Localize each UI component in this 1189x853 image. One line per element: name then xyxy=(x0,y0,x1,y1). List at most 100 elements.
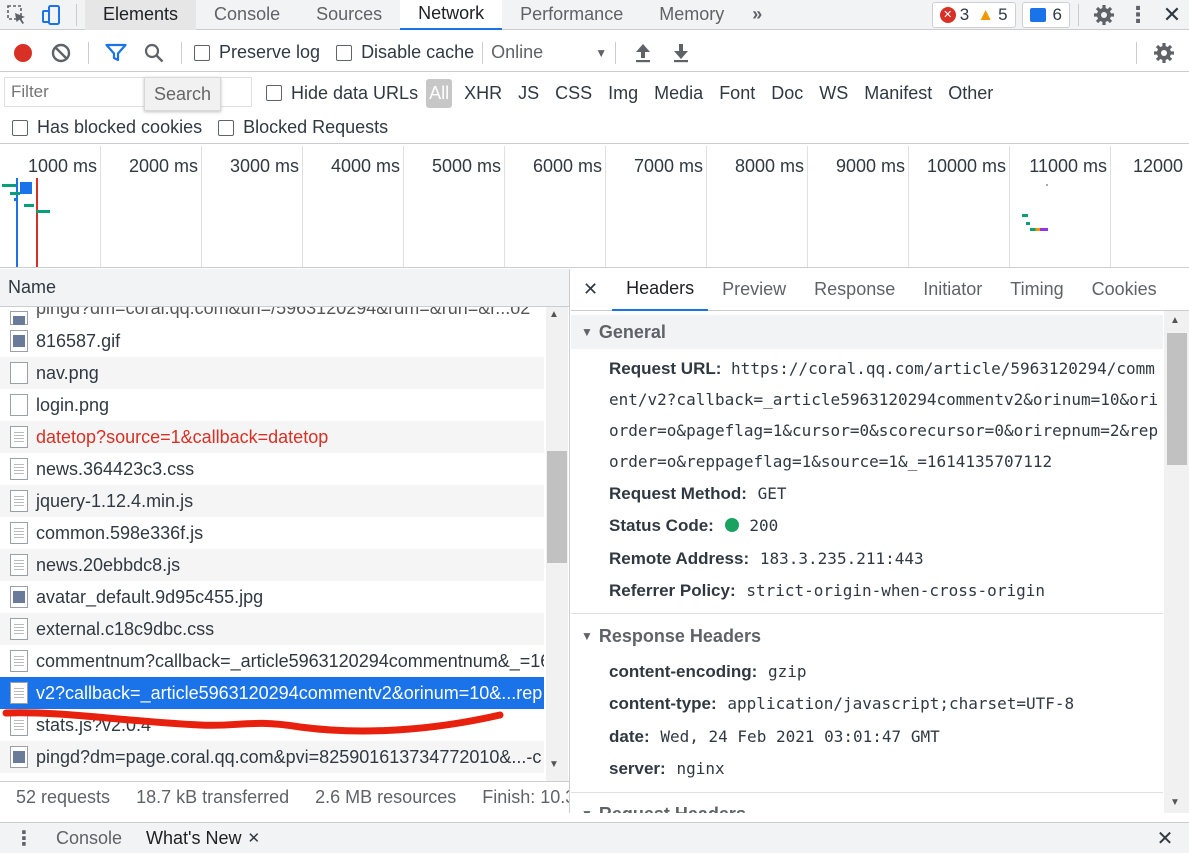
tab-timing[interactable]: Timing xyxy=(996,269,1077,311)
drawer-tab-whats-new[interactable]: What's New ✕ xyxy=(136,828,270,849)
filter-type-xhr[interactable]: XHR xyxy=(456,83,510,104)
blocked-requests-checkbox[interactable]: Blocked Requests xyxy=(218,117,388,138)
timeline-request-bar xyxy=(14,198,18,201)
has-blocked-cookies-label: Has blocked cookies xyxy=(37,117,203,137)
preserve-log-checkbox[interactable]: Preserve log xyxy=(194,42,320,63)
network-summary-bar: 52 requests 18.7 kB transferred 2.6 MB r… xyxy=(0,781,570,813)
close-details-icon[interactable]: ✕ xyxy=(571,269,612,311)
tab-cookies[interactable]: Cookies xyxy=(1078,269,1171,311)
timeline-request-bar xyxy=(24,204,34,207)
import-har-button[interactable] xyxy=(624,36,662,70)
checkbox-box[interactable] xyxy=(12,119,28,136)
scroll-up-arrow-icon[interactable]: ▲ xyxy=(549,309,559,320)
timeline-tick-label: 8000 ms xyxy=(734,156,804,176)
request-row[interactable]: commentnum?callback=_article5963120294co… xyxy=(0,645,544,677)
request-row[interactable]: login.png xyxy=(0,389,544,421)
request-row[interactable]: external.c18c9dbc.css xyxy=(0,613,544,645)
drawer-menu-kebab-icon[interactable]: ⋮ xyxy=(0,826,48,851)
timeline-tick-label: 4000 ms xyxy=(330,156,400,176)
document-icon xyxy=(10,650,28,672)
search-button[interactable] xyxy=(135,36,173,70)
checkbox-box[interactable] xyxy=(336,44,353,61)
load-event-line xyxy=(36,178,38,267)
filter-type-ws[interactable]: WS xyxy=(811,83,856,104)
red-underline-annotation xyxy=(2,709,504,735)
close-devtools-icon[interactable]: ✕ xyxy=(1155,0,1189,30)
more-tabs-button[interactable]: » xyxy=(742,0,772,30)
settings-gear-icon[interactable] xyxy=(1087,0,1121,30)
tab-memory[interactable]: Memory xyxy=(641,0,742,30)
request-row[interactable]: nav.png xyxy=(0,357,544,389)
request-row[interactable]: jquery-1.12.4.min.js xyxy=(0,485,544,517)
request-name: avatar_default.9d95c455.jpg xyxy=(36,586,264,607)
request-row[interactable]: 816587.gif xyxy=(0,325,544,357)
messages-badge[interactable]: 6 xyxy=(1021,1,1070,28)
request-row-selected[interactable]: v2?callback=_article5963120294commentv2&… xyxy=(0,677,544,709)
record-icon xyxy=(14,43,32,62)
filter-type-manifest[interactable]: Manifest xyxy=(856,83,940,104)
tab-elements[interactable]: Elements xyxy=(85,0,197,30)
filter-toggle-button[interactable] xyxy=(97,36,135,70)
close-drawer-icon[interactable]: ✕ xyxy=(1141,826,1189,851)
device-toolbar-icon[interactable] xyxy=(34,0,68,30)
throttling-select[interactable]: Online ▼ xyxy=(491,42,607,63)
tab-network[interactable]: Network xyxy=(400,0,503,30)
network-settings-button[interactable] xyxy=(1145,36,1183,70)
filter-type-img[interactable]: Img xyxy=(600,83,646,104)
tab-initiator[interactable]: Initiator xyxy=(909,269,996,311)
close-tab-icon[interactable]: ✕ xyxy=(248,829,261,847)
request-row[interactable]: pingd?dm=page.coral.qq.com&pvi=825901613… xyxy=(0,741,544,773)
more-options-kebab-icon[interactable]: ⋮ xyxy=(1121,0,1155,30)
header-key: content-encoding: xyxy=(609,662,758,681)
tab-sources[interactable]: Sources xyxy=(298,0,400,30)
request-row[interactable]: news.364423c3.css xyxy=(0,453,544,485)
filter-type-js[interactable]: JS xyxy=(510,83,547,104)
checkbox-box[interactable] xyxy=(218,119,235,136)
request-headers-section-header[interactable]: ▼ Request Headers xyxy=(571,797,1163,814)
scroll-down-arrow-icon[interactable]: ▼ xyxy=(549,759,559,770)
request-row[interactable]: common.598e336f.js xyxy=(0,517,544,549)
general-section-header[interactable]: ▼ General xyxy=(571,315,1163,349)
scroll-down-arrow-icon[interactable]: ▼ xyxy=(1170,797,1180,808)
toolbar-divider xyxy=(1136,41,1137,64)
image-file-icon xyxy=(10,746,28,768)
timeline-request-bar xyxy=(1030,228,1048,231)
filter-type-media[interactable]: Media xyxy=(646,83,711,104)
inspect-element-icon[interactable] xyxy=(0,0,34,30)
record-button[interactable] xyxy=(4,36,42,70)
filter-type-css[interactable]: CSS xyxy=(547,83,600,104)
image-file-icon xyxy=(10,330,28,352)
tab-response[interactable]: Response xyxy=(800,269,909,311)
request-row-failed[interactable]: datetop?source=1&callback=datetop xyxy=(0,421,544,453)
name-column-header[interactable]: Name xyxy=(0,269,569,307)
toolbar-divider xyxy=(1078,3,1079,26)
checkbox-box[interactable] xyxy=(194,44,210,61)
request-name: datetop?source=1&callback=datetop xyxy=(36,426,329,447)
hide-data-urls-checkbox[interactable]: Hide data URLs xyxy=(266,83,418,104)
request-row[interactable]: avatar_default.9d95c455.jpg xyxy=(0,581,544,613)
clear-button[interactable] xyxy=(42,36,80,70)
filter-type-other[interactable]: Other xyxy=(940,83,1001,104)
filter-type-doc[interactable]: Doc xyxy=(763,83,811,104)
disable-cache-checkbox[interactable]: Disable cache xyxy=(336,42,474,63)
response-headers-section-header[interactable]: ▼ Response Headers xyxy=(571,619,1163,653)
tab-console[interactable]: Console xyxy=(196,0,298,30)
scrollbar-thumb[interactable] xyxy=(547,451,567,563)
export-har-button[interactable] xyxy=(662,36,700,70)
issues-badge[interactable]: ✕ 3 ▲ 5 xyxy=(931,1,1016,28)
tab-headers[interactable]: Headers xyxy=(612,269,709,311)
timeline-tick-label: 10000 ms xyxy=(926,156,1006,176)
request-row[interactable]: news.20ebbdc8.js xyxy=(0,549,544,581)
scroll-up-arrow-icon[interactable]: ▲ xyxy=(1170,315,1180,326)
tab-performance[interactable]: Performance xyxy=(502,0,641,30)
drawer-tab-console[interactable]: Console xyxy=(48,828,136,849)
checkbox-box[interactable] xyxy=(266,85,282,101)
tab-preview[interactable]: Preview xyxy=(708,269,800,311)
has-blocked-cookies-checkbox[interactable]: Has blocked cookies xyxy=(12,117,202,138)
network-overview-timeline[interactable]: 1000 ms 2000 ms 3000 ms 4000 ms 5000 ms … xyxy=(0,146,1189,268)
header-key: server: xyxy=(609,759,666,778)
filter-type-all[interactable]: All xyxy=(426,78,453,108)
scrollbar-thumb[interactable] xyxy=(1167,333,1187,465)
request-row[interactable]: pingd?dm=coral.qq.com&url=/5963120294&rd… xyxy=(0,307,544,325)
filter-type-font[interactable]: Font xyxy=(711,83,763,104)
